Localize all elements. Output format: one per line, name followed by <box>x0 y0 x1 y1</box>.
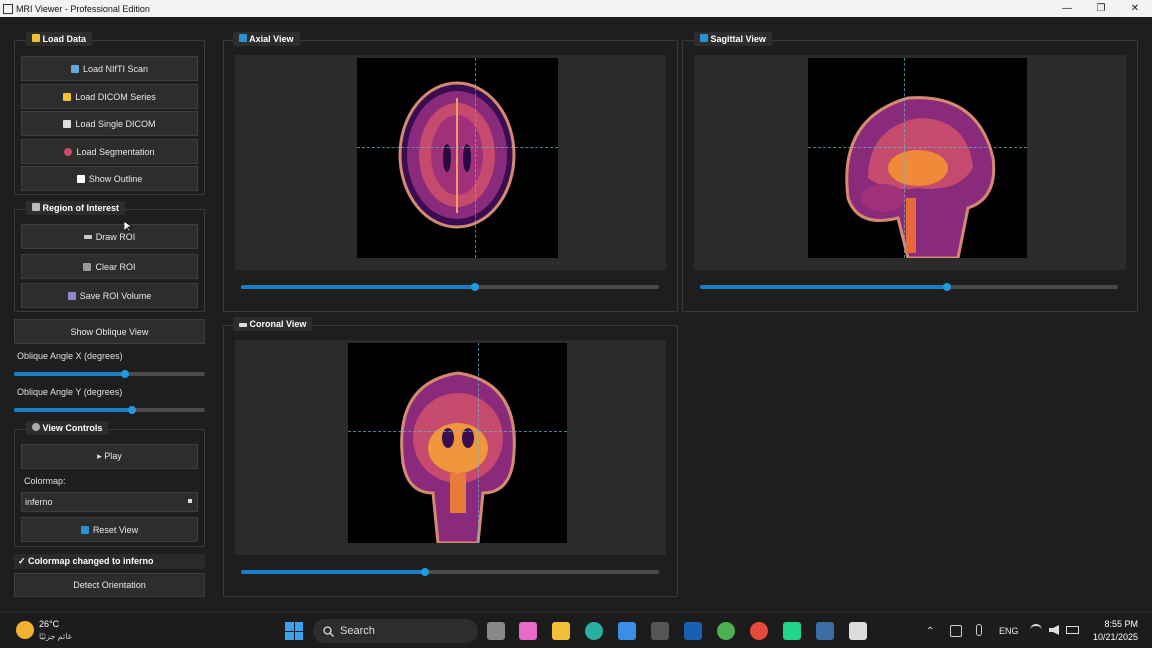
wifi-icon[interactable] <box>1030 624 1042 636</box>
start-button[interactable] <box>285 622 303 640</box>
app-icon-dark[interactable] <box>651 622 669 640</box>
crosshair-horizontal <box>348 431 567 432</box>
crosshair-horizontal <box>357 147 558 148</box>
axial-image[interactable] <box>357 58 558 258</box>
weather-temp[interactable]: 26°C <box>39 619 59 629</box>
maximize-button[interactable]: ❐ <box>1084 0 1118 17</box>
arrow-right-icon <box>239 323 247 327</box>
coronal-view-title: Coronal View <box>233 317 313 331</box>
oblique-angle-x-label: Oblique Angle X (degrees) <box>17 351 123 361</box>
copilot-icon[interactable] <box>519 622 537 640</box>
minimize-button[interactable]: — <box>1050 0 1084 17</box>
coronal-slice-slider[interactable] <box>241 568 659 576</box>
roi-title: Region of Interest <box>26 201 126 215</box>
refresh-icon <box>80 525 89 534</box>
network-off-icon[interactable] <box>950 625 962 637</box>
palette-icon <box>64 147 73 156</box>
detect-orientation-button[interactable]: Detect Orientation <box>14 573 205 597</box>
task-view-icon[interactable] <box>487 622 505 640</box>
clock-time[interactable]: 8:55 PM <box>1104 619 1138 629</box>
sagittal-slice-slider[interactable] <box>700 283 1118 291</box>
arrow-left-icon <box>700 34 708 42</box>
chrome-icon[interactable] <box>717 622 735 640</box>
document-icon <box>63 119 72 128</box>
status-message: ✓ Colormap changed to inferno <box>14 554 205 569</box>
clock-date[interactable]: 10/21/2025 <box>1093 632 1138 642</box>
microphone-icon[interactable] <box>976 624 982 636</box>
oblique-angle-x-slider[interactable] <box>14 370 205 378</box>
axial-slice-slider[interactable] <box>241 283 659 291</box>
sagittal-image[interactable] <box>808 58 1027 258</box>
slider-handle[interactable] <box>120 370 129 378</box>
load-segmentation-button[interactable]: Load Segmentation <box>21 139 198 164</box>
pencil-icon <box>83 234 92 239</box>
load-nifti-button[interactable]: Load NIfTI Scan <box>21 56 198 81</box>
folder-icon <box>63 92 72 101</box>
coronal-viewport[interactable] <box>235 340 666 555</box>
search-icon <box>323 625 334 637</box>
dropdown-arrow-icon <box>188 499 192 503</box>
store-icon[interactable] <box>618 622 636 640</box>
language-indicator[interactable]: ENG <box>999 626 1019 636</box>
taskbar: 26°C غائم جزئيًا Search ⌃ ENG 8:55 PM 10… <box>0 612 1152 648</box>
pycharm-icon[interactable] <box>783 622 801 640</box>
reset-view-button[interactable]: Reset View <box>21 517 198 542</box>
slider-handle[interactable] <box>942 283 951 291</box>
colormap-value: inferno <box>25 497 53 507</box>
snipping-tool-icon[interactable] <box>849 622 867 640</box>
app-icon <box>3 3 13 14</box>
colormap-select[interactable]: inferno <box>21 492 198 512</box>
coronal-brain-image <box>400 371 516 543</box>
title-bar: MRI Viewer - Professional Edition — ❐ ✕ <box>0 0 1152 17</box>
show-outline-button[interactable]: Show Outline <box>21 166 198 191</box>
sagittal-brain-image <box>845 96 996 258</box>
app-icon-blue[interactable] <box>684 622 702 640</box>
sagittal-view-title: Sagittal View <box>694 32 772 46</box>
gear-icon <box>32 423 40 431</box>
load-data-title: Load Data <box>26 32 93 46</box>
ruler-icon <box>32 203 40 211</box>
show-oblique-view-button[interactable]: Show Oblique View <box>14 319 205 344</box>
crosshair-vertical <box>475 58 476 258</box>
crosshair-horizontal <box>808 147 1027 148</box>
battery-icon[interactable] <box>1066 626 1079 634</box>
volume-icon[interactable] <box>1049 625 1059 635</box>
play-button[interactable]: ▸ Play <box>21 444 198 469</box>
save-roi-volume-button[interactable]: Save ROI Volume <box>21 283 198 308</box>
oblique-angle-y-label: Oblique Angle Y (degrees) <box>17 387 123 397</box>
taskbar-search[interactable]: Search <box>313 619 478 643</box>
trash-icon <box>83 262 92 271</box>
file-explorer-icon[interactable] <box>552 622 570 640</box>
oblique-angle-y-slider[interactable] <box>14 406 205 414</box>
axial-viewport[interactable] <box>235 55 666 270</box>
draw-roi-button[interactable]: Draw ROI <box>21 224 198 249</box>
floppy-disk-icon <box>67 291 76 300</box>
coronal-image[interactable] <box>348 343 567 543</box>
crosshair-vertical <box>904 58 905 258</box>
square-icon <box>76 174 85 183</box>
mouse-cursor-icon <box>124 221 132 233</box>
load-single-dicom-button[interactable]: Load Single DICOM <box>21 111 198 136</box>
axial-view-title: Axial View <box>233 32 300 46</box>
image-icon <box>70 64 79 73</box>
close-button[interactable]: ✕ <box>1118 0 1152 17</box>
weather-condition: غائم جزئيًا <box>39 632 72 641</box>
chrome-icon-2[interactable] <box>750 622 768 640</box>
clear-roi-button[interactable]: Clear ROI <box>21 254 198 279</box>
folder-icon <box>32 34 40 42</box>
slider-handle[interactable] <box>128 406 137 414</box>
view-controls-title: View Controls <box>26 421 109 435</box>
chevron-up-icon[interactable]: ⌃ <box>926 626 934 637</box>
weather-icon[interactable] <box>16 621 34 639</box>
colormap-label: Colormap: <box>24 476 66 486</box>
window-title: MRI Viewer - Professional Edition <box>16 3 150 14</box>
axial-brain-image <box>398 81 516 229</box>
arrow-up-icon <box>239 34 247 42</box>
load-dicom-series-button[interactable]: Load DICOM Series <box>21 84 198 109</box>
slider-handle[interactable] <box>420 568 429 576</box>
crosshair-vertical <box>478 343 479 543</box>
edge-icon[interactable] <box>585 622 603 640</box>
sagittal-viewport[interactable] <box>694 55 1126 270</box>
python-app-icon[interactable] <box>816 622 834 640</box>
